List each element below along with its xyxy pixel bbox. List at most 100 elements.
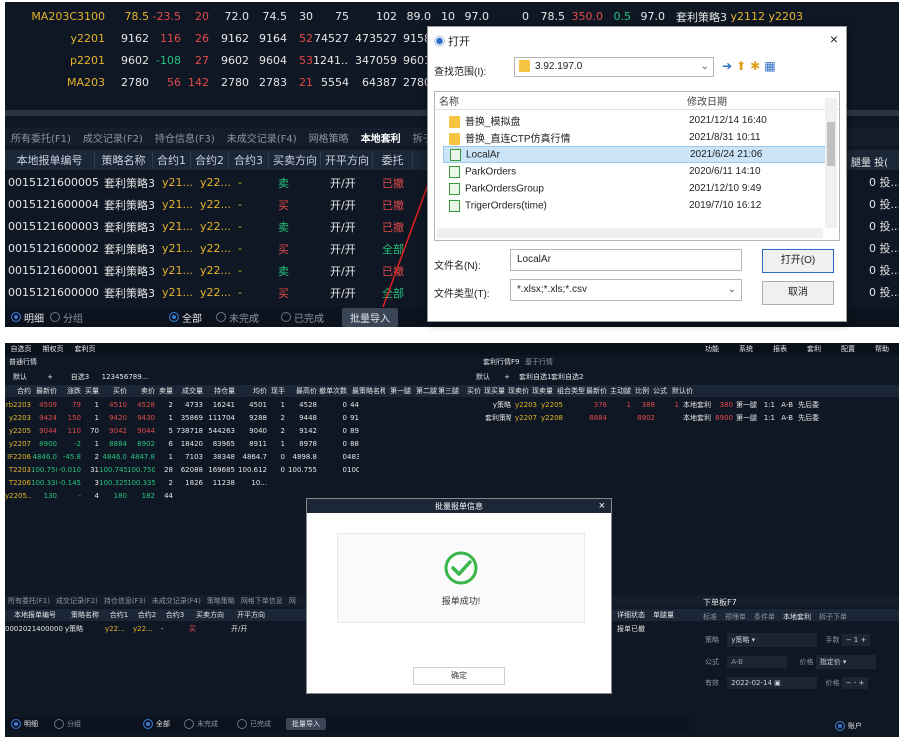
quote-row[interactable]: rb2203 4509 79 1 4510 4528 2 4733 16241 4501 1 4528…	[5, 399, 485, 411]
quote-col-10[interactable]: 现手	[267, 386, 285, 396]
radio-detail[interactable]	[11, 719, 21, 729]
new-folder-icon[interactable]: ✱	[750, 59, 764, 73]
quote-tab-1[interactable]: +	[35, 373, 65, 381]
price-stepper[interactable]: − - +	[841, 677, 869, 689]
lower-tab-0[interactable]: 所有委托(F1)	[5, 596, 53, 606]
menu-right-4[interactable]: 配置	[831, 344, 865, 354]
filetype-select[interactable]: *.xlsx;*.xls;*.csv ⌄	[510, 279, 742, 301]
arb-col-9[interactable]: 最新价	[585, 386, 607, 396]
order-col-3[interactable]: 合约2	[191, 152, 229, 168]
radio-account[interactable]	[835, 721, 845, 731]
quote-col-12[interactable]: 撤单次数	[317, 386, 347, 396]
file-row[interactable]: ParkOrdersGroup 2021/12/10 9:49	[443, 180, 833, 197]
tab-3[interactable]: 未成交记录(F4)	[221, 130, 303, 145]
arb-tab-1[interactable]: +	[495, 373, 519, 381]
quote-col-11[interactable]: 最高价	[285, 386, 317, 396]
radio-all[interactable]	[169, 312, 179, 322]
lower-col-3[interactable]: 合约2	[133, 610, 161, 620]
ok-button[interactable]: 确定	[413, 667, 505, 685]
order-tab-3[interactable]: 本地套利	[783, 612, 811, 622]
order-tab-4[interactable]: 拆子下单	[819, 612, 847, 622]
vertical-scrollbar[interactable]	[825, 98, 837, 228]
strategy-select[interactable]: y策略 ▾	[727, 633, 818, 647]
col-name[interactable]: 名称	[435, 93, 687, 108]
quote-col-13[interactable]: 最	[347, 386, 359, 396]
order-col-2[interactable]: 合约1	[153, 152, 191, 168]
quote-col-9[interactable]: 均价	[235, 386, 267, 396]
cancel-button[interactable]: 取消	[762, 281, 834, 305]
order-col-6[interactable]: 开平方向	[321, 152, 373, 168]
tab-0[interactable]: 所有委托(F1)	[5, 130, 77, 145]
quote-col-6[interactable]: 卖量	[155, 386, 173, 396]
arb-row[interactable]: y策略 y2203 y2205 376 1 388 1 本地套利 380 第一腿 1:1 A-B 先后委	[485, 399, 899, 411]
file-row[interactable]: ParkOrders 2020/6/11 14:10	[443, 163, 833, 180]
lower-tab-3[interactable]: 未成交记录(F4)	[149, 596, 204, 606]
tab-4[interactable]: 网格策略	[303, 130, 355, 145]
arb-col-5[interactable]: 现买量	[481, 386, 505, 396]
quote-col-7[interactable]: 成交量	[173, 386, 203, 396]
menu-1[interactable]: 期权页	[37, 344, 69, 354]
menu-2[interactable]: 套利页	[69, 344, 101, 354]
lower-col-4[interactable]: 合约3	[161, 610, 189, 620]
radio-done[interactable]	[237, 719, 247, 729]
menu-right-5[interactable]: 帮助	[865, 344, 899, 354]
quote-col-4[interactable]: 买价	[99, 386, 127, 396]
batch-import-button[interactable]: 批量导入	[286, 718, 326, 730]
radio-pending[interactable]	[184, 719, 194, 729]
lower-tab-4[interactable]: 策略策略	[204, 596, 238, 606]
radio-all[interactable]	[143, 719, 153, 729]
quote-tab-0[interactable]: 默认	[5, 372, 35, 382]
up-folder-icon[interactable]: ⬆	[736, 59, 750, 73]
order-tab-2[interactable]: 条件单	[754, 612, 775, 622]
quote-row[interactable]: T2206100.330-0.145 3100.325100.335 2 1826 11…	[5, 477, 485, 489]
close-icon[interactable]: ×	[830, 31, 838, 47]
quote-row[interactable]: MA203C3100 78.5 -23.5 20 72.0 74.5 30 75 102 89.0…	[5, 6, 899, 27]
section-base-quotes[interactable]: 基于行情	[525, 357, 553, 367]
radio-pending[interactable]	[216, 312, 226, 322]
quote-col-3[interactable]: 买量	[81, 386, 99, 396]
volume-stepper[interactable]: − 1 +	[841, 634, 871, 646]
tab-1[interactable]: 成交记录(F2)	[77, 130, 149, 145]
arb-col-13[interactable]: 默认价	[667, 386, 693, 396]
col-date[interactable]: 修改日期	[687, 93, 727, 108]
arb-col-7[interactable]: 现卖量	[529, 386, 553, 396]
arb-col-4[interactable]: 买价	[459, 386, 481, 396]
tab-5[interactable]: 本地套利	[355, 130, 407, 145]
menu-right-2[interactable]: 报表	[763, 344, 797, 354]
order-col-1[interactable]: 策略名称	[95, 152, 153, 168]
file-row[interactable]: TrigerOrders(time) 2019/7/10 16:12	[443, 197, 833, 214]
quote-row[interactable]: y2205 9044 110 70 9042 9044 5 738718 544263 9040 2…	[5, 425, 485, 437]
view-menu-icon[interactable]: ▦	[764, 59, 779, 73]
quote-tab-2[interactable]: 自选3	[65, 372, 95, 382]
lower-col-6[interactable]: 开平方向	[231, 610, 271, 620]
quote-tab-3[interactable]: 123456789...	[95, 373, 155, 381]
file-row[interactable]: LocalAr 2021/6/24 21:06	[443, 146, 833, 163]
file-row[interactable]: 普换_模拟盘 2021/12/14 16:40	[443, 112, 833, 129]
arb-tab-3[interactable]: 套利自选2	[551, 372, 583, 382]
lower-tab-1[interactable]: 成交记录(F2)	[53, 596, 101, 606]
lower-tab-2[interactable]: 持仓信息(F3)	[101, 596, 149, 606]
order-col-4[interactable]: 合约3	[229, 152, 269, 168]
quote-col-1[interactable]: 最新价	[31, 386, 57, 396]
arb-tab-2[interactable]: 套利自选1	[519, 372, 551, 382]
radio-detail[interactable]	[11, 312, 21, 322]
back-icon[interactable]: ➔	[722, 59, 736, 73]
quote-col-2[interactable]: 涨跌	[57, 386, 81, 396]
tab-2[interactable]: 持仓信息(F3)	[149, 130, 221, 145]
arb-col-1[interactable]: 第一腿	[385, 386, 411, 396]
arb-col-11[interactable]: 比例	[631, 386, 649, 396]
arb-col-0[interactable]: 策略名称	[359, 386, 385, 396]
lower-tab-5[interactable]: 网格下单信息	[238, 596, 286, 606]
radio-done[interactable]	[281, 312, 291, 322]
arb-col-10[interactable]: 主动腿	[607, 386, 631, 396]
radio-group[interactable]	[54, 719, 64, 729]
quote-col-8[interactable]: 持仓量	[203, 386, 235, 396]
quote-row[interactable]: IF2206 4846.0 -45.8 2 4846.0 4847.8 1 7103 38348…	[5, 451, 485, 463]
lower-col-2[interactable]: 合约1	[105, 610, 133, 620]
scroll-thumb[interactable]	[827, 122, 835, 166]
order-tab-1[interactable]: 预埋单	[725, 612, 746, 622]
order-tab-0[interactable]: 标准	[703, 612, 717, 622]
order-col-5[interactable]: 买卖方向	[269, 152, 321, 168]
lookin-select[interactable]: 3.92.197.0 ⌄	[514, 57, 714, 77]
lower-tab-6[interactable]: 网	[286, 596, 299, 606]
